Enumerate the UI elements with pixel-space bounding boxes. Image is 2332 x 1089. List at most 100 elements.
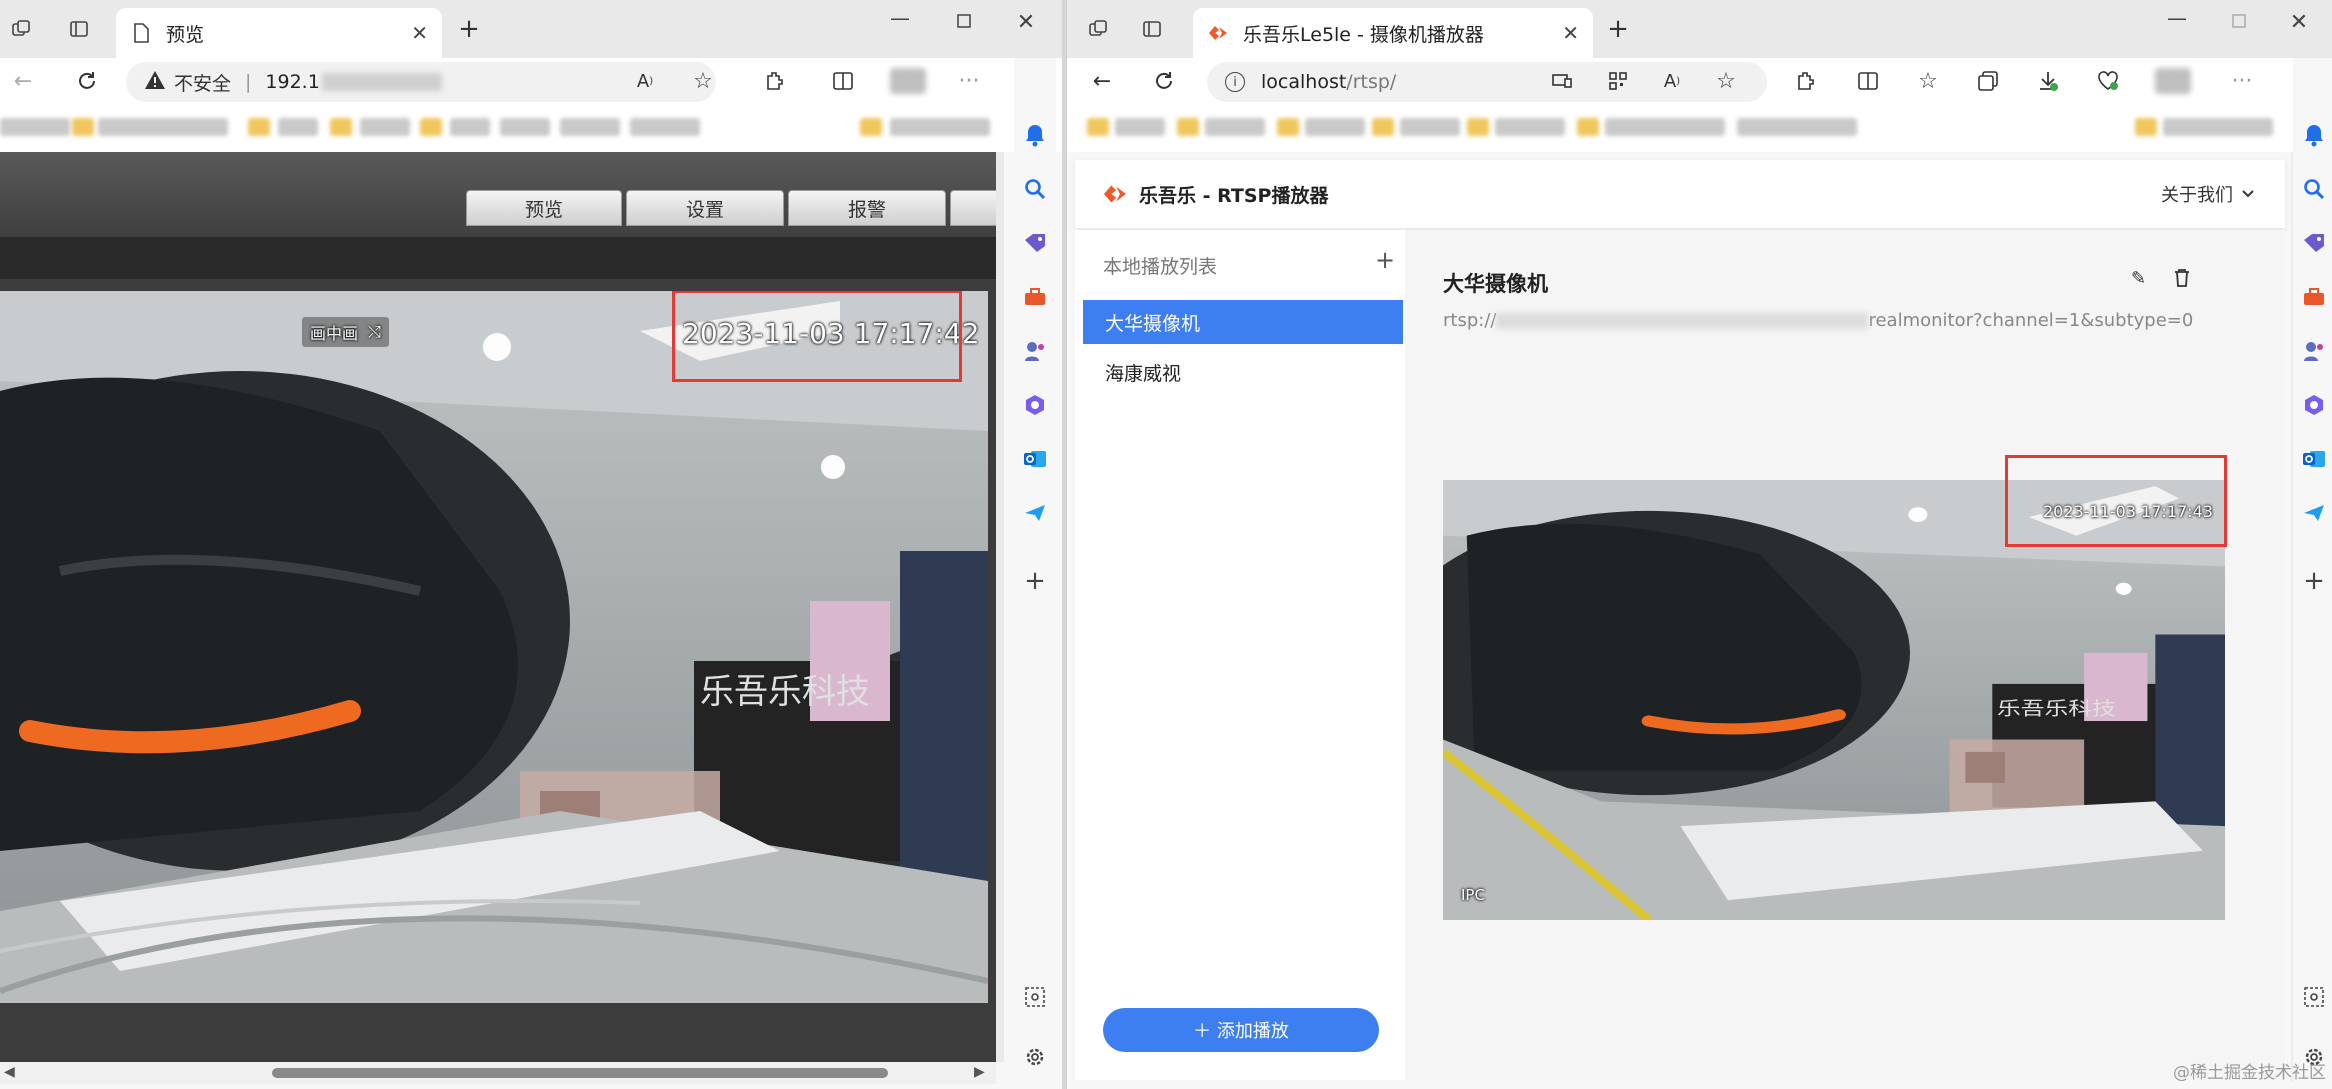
edit-icon[interactable]: ✎ xyxy=(2131,268,2146,289)
refresh-icon[interactable] xyxy=(72,66,102,96)
live-video-left[interactable]: 乐吾乐科技 画中画 ⤭ 2023-11-03 17:17:42 xyxy=(0,291,988,1003)
sidebar-toolbox-icon[interactable] xyxy=(2301,284,2327,310)
split-screen-icon[interactable] xyxy=(828,66,858,96)
nav-toolbar: ← i localhost /rtsp/ A) ☆ ☆ ··· xyxy=(1067,58,2332,104)
back-icon[interactable]: ← xyxy=(1087,66,1117,96)
sidebar-office-icon[interactable] xyxy=(1022,392,1048,418)
refresh-icon[interactable] xyxy=(1149,66,1179,96)
delete-icon[interactable] xyxy=(2173,268,2191,292)
maximize-icon[interactable] xyxy=(2225,10,2253,34)
sidebar-toolbox-icon[interactable] xyxy=(1022,284,1048,310)
add-playback-button[interactable]: ＋ 添加播放 xyxy=(1103,1008,1379,1052)
favorite-star-icon[interactable]: ☆ xyxy=(688,66,718,96)
vertical-tabs-icon[interactable] xyxy=(66,16,92,42)
more-icon[interactable]: ··· xyxy=(954,66,984,96)
browser-window-right: 乐吾乐Le5le - 摄像机播放器 ✕ + — ✕ ← i localhost … xyxy=(1066,0,2332,1089)
performance-icon[interactable] xyxy=(2093,66,2123,96)
playlist-item-dahua[interactable]: 大华摄像机 xyxy=(1083,300,1403,344)
tab-title: 预览 xyxy=(166,23,205,46)
title-bar: 预览 ✕ + — ✕ xyxy=(0,0,1062,58)
player-panel: 大华摄像机 ✎ rtsp:// realmonitor?channel=1&su… xyxy=(1405,230,2285,1080)
vertical-tabs-icon[interactable] xyxy=(1139,16,1165,42)
address-path: /rtsp/ xyxy=(1346,71,1397,93)
ipc-tab-alarm[interactable]: 报警 xyxy=(788,190,946,226)
profile-avatar[interactable] xyxy=(890,68,926,94)
close-window-icon[interactable]: ✕ xyxy=(2285,10,2313,35)
address-bar[interactable]: 不安全 | 192.1 xyxy=(126,62,716,102)
ipc-tab-settings[interactable]: 设置 xyxy=(626,190,784,226)
tab-rtsp-player[interactable]: 乐吾乐Le5le - 摄像机播放器 ✕ xyxy=(1193,8,1593,58)
qr-code-icon[interactable] xyxy=(1603,66,1633,96)
extensions-icon[interactable] xyxy=(760,66,790,96)
extensions-icon[interactable] xyxy=(1791,66,1821,96)
sidebar-person-icon[interactable] xyxy=(1022,338,1048,364)
sidebar-screenshot-icon[interactable] xyxy=(2301,984,2327,1010)
sidebar-search-icon[interactable] xyxy=(1022,176,1048,202)
sidebar-add-icon[interactable]: + xyxy=(2301,566,2327,596)
sidebar-outlook-icon[interactable] xyxy=(1022,446,1048,472)
scrollbar-thumb[interactable] xyxy=(272,1068,888,1078)
sidebar-settings-icon[interactable] xyxy=(1022,1044,1048,1070)
close-window-icon[interactable]: ✕ xyxy=(1012,10,1040,35)
app-available-icon[interactable] xyxy=(1547,66,1577,96)
ipc-header: 预览 设置 报警 xyxy=(0,152,1000,237)
sidebar-outlook-icon[interactable] xyxy=(2301,446,2327,472)
more-icon[interactable]: ··· xyxy=(2227,66,2257,96)
ipc-tab-more[interactable] xyxy=(950,190,1000,226)
edge-sidebar-left: + xyxy=(1014,58,1056,1089)
sidebar-bell-icon[interactable] xyxy=(1022,122,1048,148)
ipc-web-page: 预览 设置 报警 乐吾乐科技 画中画 ⤭ 2023-11-03 17:17:42 xyxy=(0,152,1000,1062)
le5le-logo-icon xyxy=(1101,183,1129,205)
minimize-icon[interactable]: — xyxy=(886,6,914,30)
address-text: 192.1 xyxy=(265,71,320,93)
sidebar-search-icon[interactable] xyxy=(2301,176,2327,202)
favorites-icon[interactable]: ☆ xyxy=(1913,66,1943,96)
collections-icon[interactable] xyxy=(1973,66,2003,96)
read-aloud-icon[interactable]: A) xyxy=(1657,66,1687,96)
workspaces-icon[interactable] xyxy=(1085,16,1111,42)
sidebar-add-icon[interactable]: + xyxy=(1022,566,1048,596)
split-screen-icon[interactable] xyxy=(1853,66,1883,96)
pip-label: 画中画 xyxy=(310,324,359,343)
address-host: localhost xyxy=(1261,71,1347,93)
sidebar-send-icon[interactable] xyxy=(1022,500,1048,526)
pip-button[interactable]: 画中画 ⤭ xyxy=(302,317,389,347)
minimize-icon[interactable]: — xyxy=(2163,6,2191,30)
tab-preview[interactable]: 预览 ✕ xyxy=(116,8,442,58)
ipc-toolbar-band xyxy=(0,237,1000,279)
bookmarks-bar xyxy=(0,104,1062,152)
sidebar-person-icon[interactable] xyxy=(2301,338,2327,364)
sidebar-screenshot-icon[interactable] xyxy=(1022,984,1048,1010)
browser-window-left: 预览 ✕ + — ✕ ← 不安全 | 192.1 A) ☆ ··· 预览 设置 … xyxy=(0,0,1062,1089)
maximize-icon[interactable] xyxy=(950,10,978,34)
sidebar-tag-icon[interactable] xyxy=(2301,230,2327,256)
downloads-icon[interactable] xyxy=(2033,66,2063,96)
tab-title: 乐吾乐Le5le - 摄像机播放器 xyxy=(1243,23,1484,46)
sidebar-office-icon[interactable] xyxy=(2301,392,2327,418)
ipc-tab-preview[interactable]: 预览 xyxy=(466,190,622,226)
close-tab-icon[interactable]: ✕ xyxy=(1562,21,1579,45)
rtsp-url-prefix: rtsp:// xyxy=(1443,310,1497,331)
workspaces-icon[interactable] xyxy=(8,16,34,42)
camera-scene-image: 乐吾乐科技 xyxy=(0,291,988,1003)
close-tab-icon[interactable]: ✕ xyxy=(411,21,428,45)
sidebar-send-icon[interactable] xyxy=(2301,500,2327,526)
playlist-add-icon[interactable]: + xyxy=(1375,246,1395,274)
favorite-star-icon[interactable]: ☆ xyxy=(1711,66,1741,96)
wall-logo-text: 乐吾乐科技 xyxy=(700,672,870,712)
sidebar-tag-icon[interactable] xyxy=(1022,230,1048,256)
security-label: 不安全 xyxy=(174,72,232,95)
playlist-item-hikvision[interactable]: 海康威视 xyxy=(1083,350,1403,394)
pip-icon: ⤭ xyxy=(368,322,381,341)
warning-icon xyxy=(144,70,166,95)
back-icon[interactable]: ← xyxy=(8,66,38,96)
new-tab-icon[interactable]: + xyxy=(1605,14,1631,44)
read-aloud-icon[interactable]: A) xyxy=(630,66,660,96)
profile-avatar[interactable] xyxy=(2155,68,2191,94)
timestamp-highlight-box xyxy=(672,291,962,382)
horizontal-scrollbar[interactable]: ◀ ▶ xyxy=(0,1062,996,1084)
sidebar-bell-icon[interactable] xyxy=(2301,122,2327,148)
about-menu[interactable]: 关于我们 xyxy=(2161,181,2255,207)
rtsp-player-page: 乐吾乐 - RTSP播放器 关于我们 本地播放列表 + 大华摄像机 海康威视 ＋… xyxy=(1075,160,2285,1080)
new-tab-icon[interactable]: + xyxy=(456,14,482,44)
